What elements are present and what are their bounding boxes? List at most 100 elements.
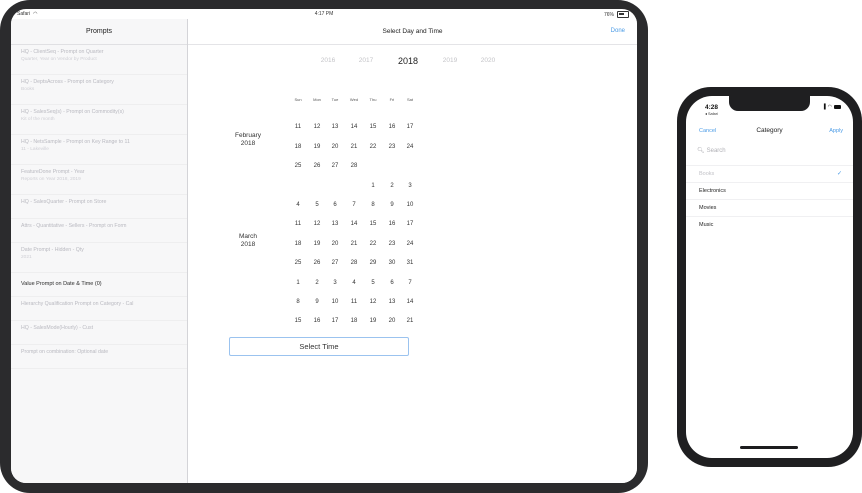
calendar-day[interactable]: 13 [327, 124, 343, 130]
prompt-list-item[interactable]: HQ - SalesMode(Hourly) - Cust [11, 321, 187, 345]
calendar-day[interactable]: 16 [384, 124, 400, 130]
calendar-day[interactable]: 2 [384, 183, 400, 189]
calendar-day[interactable]: 11 [346, 299, 362, 305]
calendar-day[interactable]: 21 [346, 241, 362, 247]
prompt-list-item[interactable]: Value Prompt on Date & Time (0) [11, 273, 187, 297]
calendar-day[interactable]: 5 [365, 280, 381, 286]
prompt-list-item[interactable]: FeatureDone Prompt - Year Reports on Year… [11, 165, 187, 195]
select-time-button[interactable]: Select Time [229, 337, 409, 356]
category-option[interactable]: Music [686, 216, 853, 233]
calendar-day[interactable]: 10 [402, 202, 418, 208]
calendar-day[interactable]: 26 [309, 163, 325, 169]
back-to-safari-link[interactable]: ◂ Safari [705, 111, 718, 116]
calendar-day[interactable]: 16 [309, 318, 325, 324]
calendar-day[interactable]: 31 [402, 260, 418, 266]
calendar-day[interactable]: 29 [365, 260, 381, 266]
year-option[interactable]: 2020 [473, 57, 503, 64]
calendar-day[interactable]: 21 [402, 318, 418, 324]
prompt-label: Hierarchy Qualification Prompt on Catego… [21, 301, 134, 307]
calendar-day[interactable]: 24 [402, 241, 418, 247]
calendar-day[interactable]: 20 [327, 241, 343, 247]
calendar-day[interactable]: 17 [402, 124, 418, 130]
calendar-day[interactable]: 7 [402, 280, 418, 286]
calendar-day[interactable]: 15 [365, 124, 381, 130]
calendar-day[interactable]: 12 [309, 124, 325, 130]
calendar-day[interactable]: 5 [309, 202, 325, 208]
calendar-day[interactable]: 11 [290, 221, 306, 227]
category-option[interactable]: Movies [686, 199, 853, 216]
calendar-day[interactable]: 22 [365, 144, 381, 150]
prompt-list-item[interactable]: HQ - ClientSeq - Prompt on Quarter Quarte… [11, 45, 187, 75]
prompt-list-item[interactable]: HQ - SalesQuarter - Prompt on Store [11, 195, 187, 219]
calendar-day[interactable]: 19 [309, 241, 325, 247]
category-option[interactable]: Electronics [686, 182, 853, 199]
calendar-day[interactable]: 8 [290, 299, 306, 305]
calendar-day[interactable]: 13 [327, 221, 343, 227]
calendar-day[interactable]: 16 [384, 221, 400, 227]
calendar-day[interactable]: 15 [365, 221, 381, 227]
calendar-day[interactable]: 18 [290, 144, 306, 150]
year-option[interactable]: 2017 [351, 57, 381, 64]
prompt-list-item[interactable]: Date Prompt - Hidden - Qty 2021 [11, 243, 187, 273]
calendar-day[interactable]: 2 [309, 280, 325, 286]
calendar-day[interactable]: 14 [346, 221, 362, 227]
year-picker: 2016 2017 2018 2019 2020 [188, 56, 637, 73]
calendar-day[interactable]: 25 [290, 260, 306, 266]
calendar-day[interactable]: 26 [309, 260, 325, 266]
year-option[interactable]: 2019 [435, 57, 465, 64]
calendar-day[interactable]: 22 [365, 241, 381, 247]
calendar-day[interactable]: 1 [290, 280, 306, 286]
calendar-day[interactable]: 21 [346, 144, 362, 150]
search-field[interactable]: 🔍︎ Search [697, 145, 843, 156]
calendar-day[interactable]: 4 [346, 280, 362, 286]
calendar-day[interactable]: 20 [327, 144, 343, 150]
calendar-day[interactable]: 17 [327, 318, 343, 324]
calendar-day[interactable]: 28 [346, 260, 362, 266]
prompt-list-item[interactable]: Hierarchy Qualification Prompt on Catego… [11, 297, 187, 321]
apply-button[interactable]: Apply [829, 128, 843, 134]
calendar-day[interactable]: 9 [384, 202, 400, 208]
prompt-list-item[interactable]: HQ - SalesSeq(s) - Prompt on Commodity(s… [11, 105, 187, 135]
calendar-day[interactable]: 11 [290, 124, 306, 130]
calendar-day[interactable]: 18 [346, 318, 362, 324]
calendar-day[interactable]: 6 [384, 280, 400, 286]
calendar-day[interactable]: 23 [384, 144, 400, 150]
done-button[interactable]: Done [611, 19, 625, 44]
calendar-day[interactable]: 3 [402, 183, 418, 189]
calendar-day[interactable]: 4 [290, 202, 306, 208]
calendar-day[interactable]: 14 [402, 299, 418, 305]
calendar-day[interactable]: 25 [290, 163, 306, 169]
calendar-day[interactable]: 19 [309, 144, 325, 150]
iphone-status-time: 4:28 [705, 104, 719, 111]
category-option[interactable]: Books ✓ [686, 165, 853, 182]
calendar-day[interactable]: 14 [346, 124, 362, 130]
calendar-day[interactable]: 27 [327, 163, 343, 169]
calendar-day[interactable]: 18 [290, 241, 306, 247]
calendar-day[interactable]: 19 [365, 318, 381, 324]
prompt-list-item[interactable]: HQ - DeptsAcross - Prompt on Category Boo… [11, 75, 187, 105]
calendar-day[interactable]: 12 [309, 221, 325, 227]
calendar-day[interactable]: 12 [365, 299, 381, 305]
calendar-day[interactable]: 3 [327, 280, 343, 286]
year-option[interactable]: 2018 [393, 56, 423, 66]
calendar-day[interactable]: 24 [402, 144, 418, 150]
prompt-list-item[interactable]: Attrs - Quantitative - Sellers - Prompt … [11, 219, 187, 243]
calendar-day[interactable]: 13 [384, 299, 400, 305]
calendar-day[interactable]: 1 [365, 183, 381, 189]
calendar-day[interactable]: 28 [346, 163, 362, 169]
prompt-list-item[interactable]: Prompt on combination: Optional date [11, 345, 187, 369]
calendar-day[interactable]: 10 [327, 299, 343, 305]
calendar-day[interactable]: 23 [384, 241, 400, 247]
weekday-label: Tue [331, 97, 339, 102]
calendar-day[interactable]: 7 [346, 202, 362, 208]
calendar-day[interactable]: 15 [290, 318, 306, 324]
prompt-list-item[interactable]: HQ - NetsSample - Prompt on Key Range to… [11, 135, 187, 165]
calendar-day[interactable]: 8 [365, 202, 381, 208]
calendar-day[interactable]: 9 [309, 299, 325, 305]
calendar-day[interactable]: 20 [384, 318, 400, 324]
calendar-day[interactable]: 17 [402, 221, 418, 227]
year-option[interactable]: 2016 [313, 57, 343, 64]
calendar-day[interactable]: 6 [327, 202, 343, 208]
calendar-day[interactable]: 30 [384, 260, 400, 266]
calendar-day[interactable]: 27 [327, 260, 343, 266]
